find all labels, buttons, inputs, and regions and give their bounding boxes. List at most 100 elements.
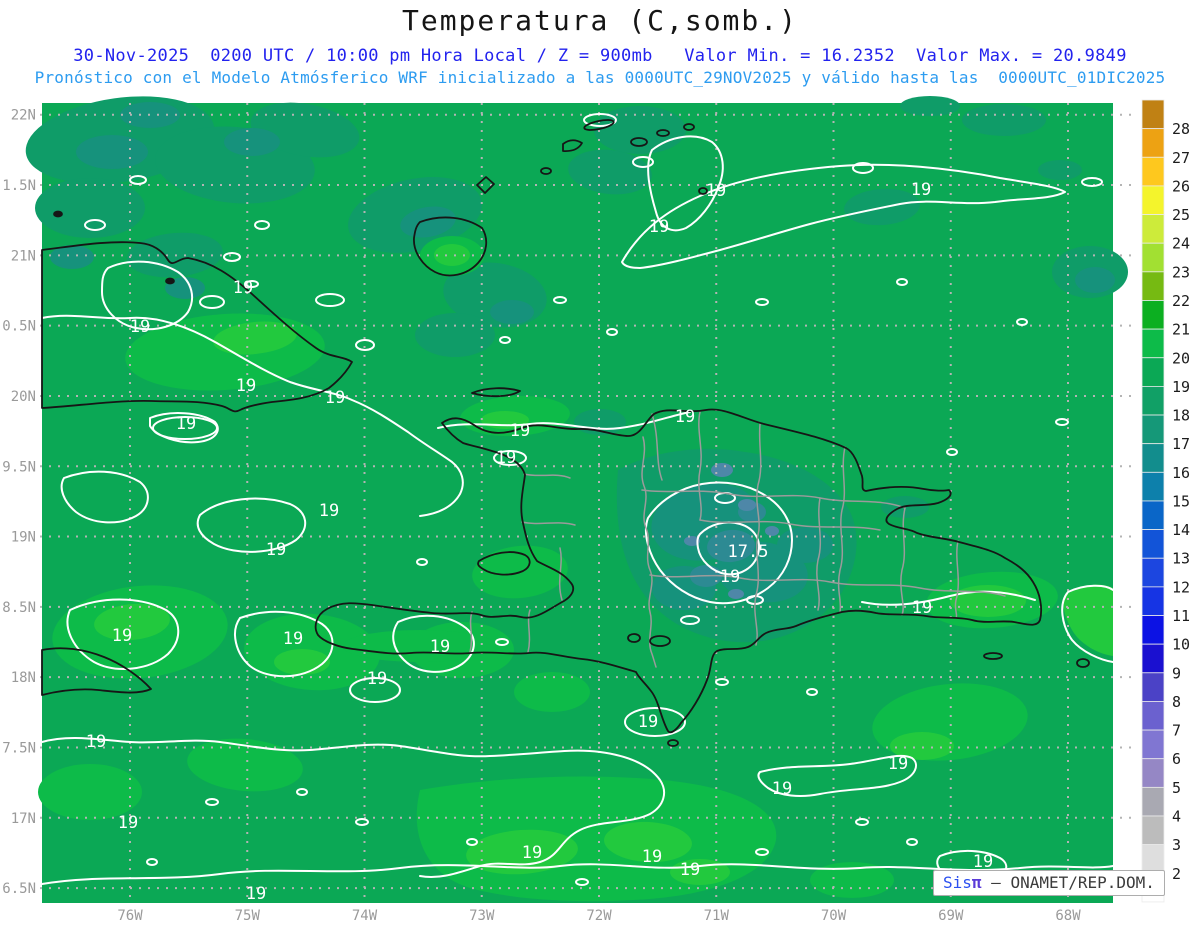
colorbar-cell: [1141, 701, 1165, 731]
isotherm-value-label: 19: [888, 754, 908, 774]
colorbar-cell: [1141, 471, 1165, 502]
isotherm-value-label: 19: [496, 448, 516, 468]
colorbar-tick-label: 11: [1172, 607, 1190, 625]
y-axis-tick-label: 17N: [11, 811, 36, 827]
colorbar-tick-label: 28: [1172, 120, 1190, 138]
colorbar-tick-label: 18: [1172, 407, 1190, 425]
y-axis-tick-label: 1.5N: [2, 178, 36, 194]
colorbar-tick-label: 5: [1172, 779, 1181, 797]
colorbar: 2827262524232221201918171615141312111098…: [1141, 99, 1190, 903]
sispi-logo-pi-icon: π: [971, 873, 982, 892]
colorbar-cell: [1141, 385, 1165, 416]
y-axis-tick-label: 22N: [11, 108, 36, 124]
colorbar-cell: [1141, 271, 1165, 301]
isotherm-value-label: 19: [642, 847, 662, 867]
colorbar-cell: [1141, 443, 1165, 473]
colorbar-tick-label: 7: [1172, 722, 1181, 740]
colorbar-tick-label: 6: [1172, 750, 1181, 768]
y-axis-tick-label: 18N: [11, 670, 36, 686]
subtitle-forecast-validity: Pronóstico con el Modelo Atmósferico WRF…: [34, 68, 1166, 87]
colorbar-tick-label: 14: [1172, 521, 1190, 539]
colorbar-tick-label: 13: [1172, 550, 1190, 568]
colorbar-cell: [1141, 815, 1165, 846]
colorbar-tick-label: 23: [1172, 263, 1190, 281]
colorbar-tick-label: 26: [1172, 177, 1190, 195]
y-axis-tick-label: 6.5N: [2, 881, 36, 897]
colorbar-cell: [1141, 300, 1165, 330]
isotherm-value-label: 19: [912, 598, 932, 618]
colorbar-tick-label: 24: [1172, 235, 1190, 253]
colorbar-tick-label: 22: [1172, 292, 1190, 310]
colorbar-cell: [1141, 786, 1165, 817]
colorbar-tick-label: 3: [1172, 836, 1181, 854]
y-axis-tick-label: 19N: [11, 530, 36, 546]
colorbar-tick-label: 16: [1172, 464, 1190, 482]
colorbar-tick-label: 4: [1172, 808, 1181, 826]
x-axis-tick-label: 70W: [821, 908, 847, 924]
y-axis-tick-label: 20N: [11, 389, 36, 405]
isotherm-value-label: 19: [510, 421, 530, 441]
isotherm-value-label: 19: [720, 567, 740, 587]
page-title: Temperatura (C,somb.): [401, 4, 798, 37]
colorbar-cell: [1141, 242, 1165, 273]
y-axis-tick-label: 7.5N: [2, 740, 36, 756]
isotherm-value-label: 19: [772, 779, 792, 799]
isotherm-value-label: 19: [680, 860, 700, 880]
isotherm-value-label: 19: [911, 180, 931, 200]
colorbar-tick-label: 21: [1172, 321, 1190, 339]
colorbar-tick-label: 20: [1172, 349, 1190, 367]
y-axis-tick-label: 8.5N: [2, 600, 36, 616]
colorbar-tick-label: 12: [1172, 578, 1190, 596]
colorbar-cell: [1141, 643, 1165, 674]
isotherm-value-label: 19: [176, 414, 196, 434]
y-axis-tick-label: 9.5N: [2, 459, 36, 475]
isotherm-value-label: 19: [112, 626, 132, 646]
isotherm-value-label: 19: [325, 388, 345, 408]
isotherm-value-label: 19: [266, 540, 286, 560]
isotherm-value-label: 19: [638, 712, 658, 732]
isotherm-value-label: 19: [283, 629, 303, 649]
isotherm-value-label: 19: [522, 843, 542, 863]
isotherm-value-label: 19: [367, 669, 387, 689]
colorbar-cell: [1141, 156, 1165, 187]
colorbar-tick-label: 15: [1172, 492, 1190, 510]
isotherm-value-label: 19: [319, 501, 339, 521]
colorbar-cell: [1141, 557, 1165, 588]
colorbar-tick-label: 19: [1172, 378, 1190, 396]
colorbar-tick-label: 10: [1172, 636, 1190, 654]
x-axis-tick-label: 68W: [1055, 908, 1081, 924]
x-axis-tick-label: 71W: [704, 908, 730, 924]
subtitle-model-run: 30-Nov-2025 0200 UTC / 10:00 pm Hora Loc…: [73, 46, 1127, 66]
isotherm-value-label: 19: [675, 407, 695, 427]
colorbar-cell: [1141, 615, 1165, 645]
colorbar-cell: [1141, 672, 1165, 702]
colorbar-cell: [1141, 844, 1165, 874]
colorbar-cell: [1141, 500, 1165, 530]
x-axis-tick-label: 74W: [352, 908, 378, 924]
isotherm-value-label: 19: [246, 884, 266, 904]
isotherm-value-label: 19: [118, 813, 138, 833]
isotherm-value-label: 19: [233, 278, 253, 298]
colorbar-tick-label: 2: [1172, 865, 1181, 883]
x-axis-tick-label: 76W: [117, 908, 143, 924]
colorbar-cell: [1141, 214, 1165, 244]
isotherm-value-label: 19: [649, 217, 669, 237]
colorbar-tick-label: 17: [1172, 435, 1190, 453]
isotherm-value-label: 19: [706, 181, 726, 201]
colorbar-tick-label: 8: [1172, 693, 1181, 711]
colorbar-cell: [1141, 99, 1165, 130]
y-axis-tick-label: 21N: [11, 248, 36, 264]
colorbar-cell: [1141, 729, 1165, 760]
x-axis-tick-label: 75W: [235, 908, 261, 924]
forecast-map: 19 19 19 19 19 19 19 19 19 19 19 19 19 19 19 19 19 19 17.5…: [2, 96, 1190, 924]
colorbar-cell: [1141, 586, 1165, 616]
colorbar-cell: [1141, 128, 1165, 158]
isotherm-value-label: 19: [430, 637, 450, 657]
colorbar-tick-label: 25: [1172, 206, 1190, 224]
y-axis-tick-label: 0.5N: [2, 319, 36, 335]
x-axis-tick-label: 69W: [938, 908, 964, 924]
colorbar-tick-label: 9: [1172, 664, 1181, 682]
colorbar-cell: [1141, 357, 1165, 387]
x-axis-tick-label: 72W: [586, 908, 612, 924]
colorbar-cell: [1141, 414, 1165, 445]
